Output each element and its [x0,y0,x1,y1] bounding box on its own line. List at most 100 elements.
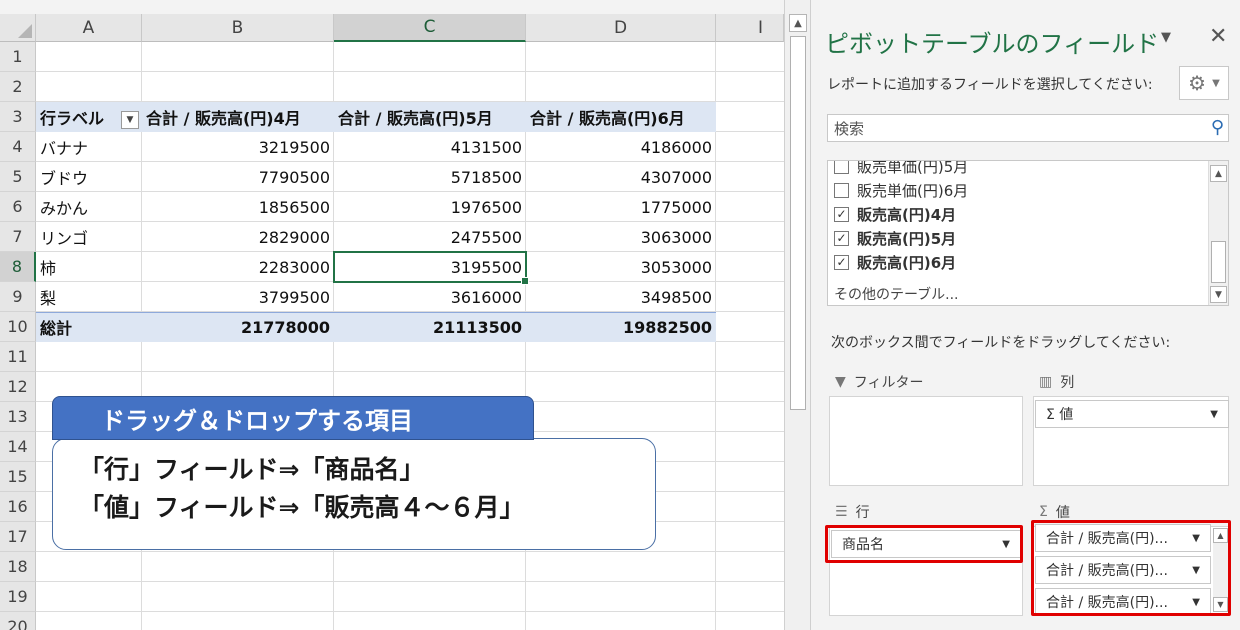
pivot-row-label[interactable]: ブドウ [36,162,142,192]
pivot-value-cell[interactable]: 5718500 [334,162,526,192]
gridline [36,71,784,72]
row-header[interactable]: 7 [0,222,36,252]
column-header-i[interactable]: I [716,14,784,42]
row-header[interactable]: 1 [0,42,36,72]
row-header[interactable]: 3 [0,102,36,132]
gridline [36,611,784,612]
row-header[interactable]: 9 [0,282,36,312]
column-header-c[interactable]: C [334,14,526,42]
scroll-thumb[interactable] [790,36,806,410]
pivot-value-cell[interactable]: 3063000 [526,222,716,252]
scroll-down-arrow-icon[interactable]: ▼ [1210,286,1227,303]
checkbox-unchecked-icon[interactable] [834,161,849,174]
pivot-value-cell[interactable]: 4131500 [334,132,526,162]
row-header[interactable]: 4 [0,132,36,162]
pivot-value-cell[interactable]: 3498500 [526,282,716,312]
column-header-a[interactable]: A [36,14,142,42]
pivot-total-may: 21113500 [432,317,522,337]
chevron-down-icon[interactable]: ▼ [1210,409,1218,420]
pivot-row-label[interactable]: みかん [36,192,142,222]
column-header-b[interactable]: B [142,14,334,42]
column-header-d[interactable]: D [526,14,716,42]
callout-box: 「行」フィールド⇒「商品名」 「値」フィールド⇒「販売高４～６月」 [52,438,656,550]
sigma-icon: Σ [1039,504,1048,520]
row-header[interactable]: 19 [0,582,36,612]
active-cell-c8[interactable] [333,251,529,285]
row-header[interactable]: 13 [0,402,36,432]
field-search-input[interactable]: 検索 ⚲ [827,114,1229,142]
row-header[interactable]: 6 [0,192,36,222]
scroll-up-arrow-icon[interactable]: ▲ [1210,165,1227,182]
callout-line-values: 「値」フィールド⇒「販売高４～６月」 [79,493,525,522]
field-item[interactable]: ✓ 販売高(円)4月 [834,203,956,225]
sheet-vertical-scrollbar[interactable]: ▲ [784,0,810,630]
pivot-value-cell[interactable]: 3616000 [334,282,526,312]
pivot-value-cell[interactable]: 3219500 [142,132,334,162]
row-header[interactable]: 14 [0,432,36,462]
row-header[interactable]: 12 [0,372,36,402]
pivot-row-label[interactable]: リンゴ [36,222,142,252]
row-header[interactable]: 2 [0,72,36,102]
formula-bar-edge [0,0,784,14]
pivot-value-cell[interactable]: 1856500 [142,192,334,222]
field-item[interactable]: 販売単価(円)5月 [834,161,968,177]
rows-area-title: 行 [855,505,870,521]
pivot-total-label: 総計 [40,319,73,338]
field-item[interactable]: ✓ 販売高(円)5月 [834,227,956,249]
field-list-scrollbar[interactable]: ▲ ▼ [1208,161,1228,305]
checkbox-unchecked-icon[interactable] [834,182,849,198]
pivot-value-cell[interactable]: 4186000 [526,132,716,162]
filter-icon: ▼ [835,374,846,390]
field-list-scroll-thumb[interactable] [1211,241,1226,283]
row-header[interactable]: 5 [0,162,36,192]
scroll-up-arrow-icon[interactable]: ▲ [789,14,807,32]
drag-hint: 次のボックス間でフィールドをドラッグしてください: [831,335,1171,351]
field-item[interactable]: 販売単価(円)6月 [834,179,968,201]
pane-subtitle: レポートに追加するフィールドを選択してください: [827,77,1153,93]
checkbox-checked-icon[interactable]: ✓ [834,254,849,270]
pane-title: ピボットテーブルのフィールド [825,30,1160,58]
spreadsheet-grid[interactable]: A B C D I 1 2 3 4 5 6 7 8 9 10 11 12 13 14 15 16 17 18 19 2… [0,0,784,630]
columns-values-field[interactable]: Σ 値 ▼ [1035,400,1229,428]
pivot-value-cell[interactable]: 4307000 [526,162,716,192]
checkbox-checked-icon[interactable]: ✓ [834,230,849,246]
pivot-value-cell[interactable]: 3799500 [142,282,334,312]
pivot-value-cell[interactable]: 1775000 [526,192,716,222]
rows-icon: ☰ [835,504,848,520]
filter-drop-area[interactable] [829,396,1023,486]
pivot-row-label[interactable]: 梨 [36,282,142,312]
pivot-value-cell[interactable]: 1976500 [334,192,526,222]
rows-area-label: ☰ 行 [835,502,870,522]
field-list[interactable]: 販売単価(円)5月販売単価(円)6月 ✓ 販売高(円)4月 ✓ 販売高(円)5月 ✓ 販売高… [827,160,1229,306]
row-label-filter-button[interactable]: ▼ [121,111,139,129]
values-area-title: 値 [1055,505,1070,521]
gridline [36,581,784,582]
gridline [36,551,784,552]
pivot-value-cell[interactable]: 2283000 [142,252,334,282]
row-header[interactable]: 17 [0,522,36,552]
checkbox-checked-icon[interactable]: ✓ [834,206,849,222]
pane-close-icon[interactable]: ✕ [1209,24,1227,49]
row-header[interactable]: 18 [0,552,36,582]
row-header[interactable]: 16 [0,492,36,522]
row-header[interactable]: 20 [0,612,36,630]
tools-button[interactable]: ⚙ ▼ [1179,66,1229,100]
pane-options-chevron-icon[interactable]: ▼ [1161,30,1171,45]
row-header[interactable]: 15 [0,462,36,492]
field-item[interactable]: ✓ 販売高(円)6月 [834,251,956,273]
pivot-value-cell[interactable]: 3053000 [526,252,716,282]
row-header[interactable]: 10 [0,312,36,342]
select-all-corner[interactable] [0,14,36,42]
pivot-total-june: 19882500 [622,317,712,337]
pivot-value-cell[interactable]: 2475500 [334,222,526,252]
other-tables-link[interactable]: その他のテーブル... [834,283,959,305]
row-header[interactable]: 11 [0,342,36,372]
pivot-row-label[interactable]: バナナ [36,132,142,162]
pivot-col-header-april: 合計 / 販売高(円)4月 [146,109,301,128]
excel-window: A B C D I 1 2 3 4 5 6 7 8 9 10 11 12 13 14 15 16 17 18 19 2… [0,0,1240,630]
pivot-value-cell[interactable]: 7790500 [142,162,334,192]
pivot-row-label[interactable]: 柿 [36,252,142,282]
columns-icon: ▥ [1039,374,1053,390]
pivot-value-cell[interactable]: 2829000 [142,222,334,252]
row-header[interactable]: 8 [0,252,36,282]
